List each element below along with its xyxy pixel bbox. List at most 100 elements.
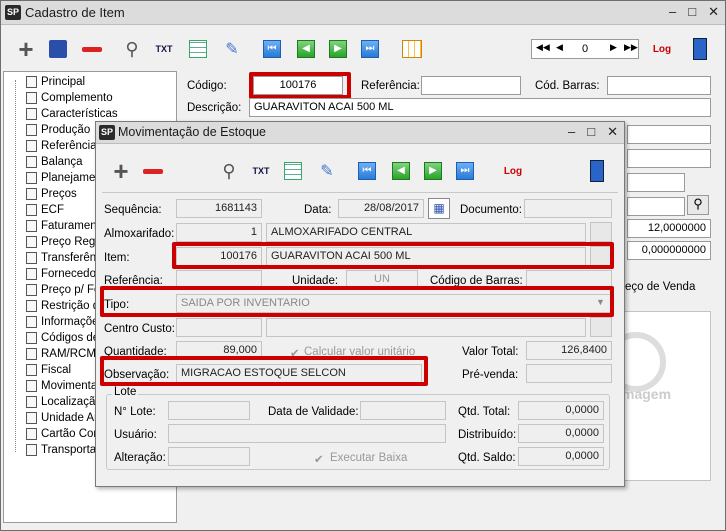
tree-item-icon xyxy=(26,76,37,88)
eraser-icon[interactable]: ✎ xyxy=(219,36,245,62)
pager-first-icon[interactable]: ◀◀ xyxy=(536,42,550,53)
highlight-observacao xyxy=(100,356,428,386)
tree-item[interactable]: Restrição de xyxy=(26,298,106,314)
highlight-tipo xyxy=(100,286,614,317)
tree-item-icon xyxy=(26,284,37,296)
main-value-1[interactable]: 12,0000000 xyxy=(627,219,711,238)
highlight-item xyxy=(172,242,614,269)
tree-item-icon xyxy=(26,332,37,344)
main-search-icon[interactable]: ⚲ xyxy=(687,195,709,215)
usuario-field xyxy=(168,424,446,443)
sub-close-icon[interactable]: ✕ xyxy=(607,124,618,140)
tree-item[interactable]: Códigos de xyxy=(26,330,99,346)
descricao-field[interactable]: GUARAVITON ACAI 500 ML xyxy=(249,98,711,117)
almoxarifado-label: Almoxarifado: xyxy=(104,228,175,240)
data-validade-field xyxy=(360,401,446,420)
pre-venda-label: Pré-venda: xyxy=(462,369,519,381)
add-icon[interactable]: + xyxy=(13,34,39,64)
almoxarifado-lookup-button[interactable] xyxy=(590,222,612,242)
grid-refresh-icon[interactable] xyxy=(185,36,211,62)
search-icon[interactable]: ⚲ xyxy=(119,36,145,62)
data-label: Data: xyxy=(304,204,332,216)
sub-first-record-icon[interactable]: ⏮ xyxy=(354,158,380,184)
sub-add-icon[interactable]: + xyxy=(108,156,134,186)
next-record-icon[interactable]: ▶ xyxy=(325,36,351,62)
qtd-saldo-label: Qtd. Saldo: xyxy=(458,452,516,464)
tree-item[interactable]: Referências xyxy=(26,138,102,154)
tree-item[interactable]: Preços xyxy=(26,186,77,202)
close-icon[interactable]: ✕ xyxy=(708,4,719,20)
usuario-label: Usuário: xyxy=(114,429,157,441)
sub-last-record-icon[interactable]: ⏭ xyxy=(452,158,478,184)
sub-search-icon[interactable]: ⚲ xyxy=(216,158,242,184)
documento-label: Documento: xyxy=(460,204,523,216)
executar-baixa-button[interactable]: Executar Baixa xyxy=(330,452,407,464)
minimize-icon[interactable]: ‒ xyxy=(669,4,676,20)
tree-item-label: Referências xyxy=(41,140,103,152)
prev-record-icon[interactable]: ◀ xyxy=(293,36,319,62)
pager-prev-icon[interactable]: ◀ xyxy=(556,42,563,53)
tree-item[interactable]: Balança xyxy=(26,154,83,170)
executar-baixa-icon[interactable]: ✔ xyxy=(314,452,324,466)
main-field-behind-1[interactable] xyxy=(627,149,711,168)
qtd-total-label: Qtd. Total: xyxy=(458,406,511,418)
sub-delete-icon[interactable] xyxy=(140,158,166,184)
record-pager[interactable]: ◀◀ ◀ 0 ▶ ▶▶ xyxy=(531,39,639,59)
table-icon[interactable] xyxy=(399,36,425,62)
tree-item[interactable]: Informações xyxy=(26,314,104,330)
sub-prev-record-icon[interactable]: ◀ xyxy=(388,158,414,184)
tree-item-icon xyxy=(26,140,37,152)
sub-export-txt-icon[interactable]: TXT xyxy=(248,158,274,184)
alteracao-label: Alteração: xyxy=(114,452,166,464)
sub-minimize-icon[interactable]: ‒ xyxy=(568,124,575,140)
pager-value[interactable]: 0 xyxy=(582,43,588,55)
sub-exit-door-icon[interactable] xyxy=(584,158,610,184)
tree-item-label: Preços xyxy=(41,188,77,200)
first-record-icon[interactable]: ⏮ xyxy=(259,36,285,62)
sub-eraser-icon[interactable]: ✎ xyxy=(314,158,340,184)
last-record-icon[interactable]: ⏭ xyxy=(357,36,383,62)
tree-item-icon xyxy=(26,348,37,360)
tree-item[interactable]: Fiscal xyxy=(26,362,71,378)
tree-item-label: Balança xyxy=(41,156,83,168)
tree-item[interactable]: ECF xyxy=(26,202,64,218)
tree-item-label: Fornecedor xyxy=(41,268,100,280)
lote-group-title: Lote xyxy=(112,386,139,398)
tree-item[interactable]: Fornecedor xyxy=(26,266,100,282)
tree-item[interactable]: RAM/RCM/ xyxy=(26,346,99,362)
valor-total-label: Valor Total: xyxy=(462,346,519,358)
codigo-label: Código: xyxy=(187,80,227,92)
tree-item[interactable]: Principal xyxy=(26,74,85,90)
sub-next-record-icon[interactable]: ▶ xyxy=(420,158,446,184)
data-field: 28/08/2017 xyxy=(338,199,424,218)
app-icon: SP xyxy=(5,5,21,20)
sub-grid-refresh-icon[interactable] xyxy=(280,158,306,184)
maximize-icon[interactable]: □ xyxy=(688,4,696,20)
cod-barras-field[interactable] xyxy=(607,76,711,95)
tree-item-icon xyxy=(26,172,37,184)
sub-log-icon[interactable]: Log xyxy=(500,158,526,184)
main-select-behind[interactable] xyxy=(627,125,711,144)
referencia-field[interactable] xyxy=(421,76,521,95)
pager-next-icon[interactable]: ▶ xyxy=(610,42,617,53)
tree-item[interactable]: Características xyxy=(26,106,118,122)
main-value-2[interactable]: 0,000000000 xyxy=(627,241,711,260)
log-icon[interactable]: Log xyxy=(649,36,675,62)
pager-last-icon[interactable]: ▶▶ xyxy=(624,42,638,53)
export-txt-icon[interactable]: TXT xyxy=(151,36,177,62)
exit-door-icon[interactable] xyxy=(687,36,713,62)
sub-maximize-icon[interactable]: □ xyxy=(587,124,595,140)
sub-title-bar: SP Movimentação de Estoque ‒ □ ✕ xyxy=(96,122,624,144)
centro-custo-lookup-button[interactable] xyxy=(590,317,612,337)
tree-item[interactable]: Localização xyxy=(26,394,102,410)
tree-item[interactable]: Complemento xyxy=(26,90,113,106)
highlight-codigo xyxy=(249,72,351,99)
tree-item-icon xyxy=(26,396,37,408)
tree-item[interactable]: Produção xyxy=(26,122,90,138)
main-field-behind-2[interactable] xyxy=(627,173,685,192)
save-icon[interactable] xyxy=(45,36,71,62)
tree-item-label: Produção xyxy=(41,124,91,136)
main-field-behind-3[interactable] xyxy=(627,197,685,216)
calendar-icon[interactable]: ▦ xyxy=(428,198,450,219)
delete-icon[interactable] xyxy=(79,36,105,62)
